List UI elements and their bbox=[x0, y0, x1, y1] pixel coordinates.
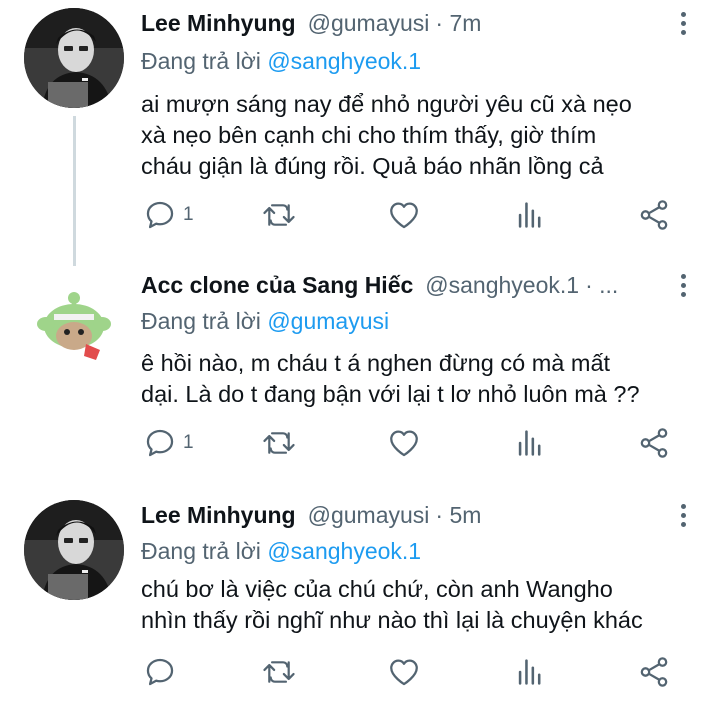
like-button[interactable] bbox=[387, 426, 421, 460]
tweet[interactable]: Lee Minhyung @gumayusi · 5m Đang trả lời… bbox=[0, 492, 720, 704]
analytics-button[interactable] bbox=[513, 198, 547, 232]
replying-to: Đang trả lời @sanghyeok.1 bbox=[141, 48, 421, 75]
green-alien-avatar-icon bbox=[24, 270, 124, 370]
heart-icon bbox=[390, 202, 418, 229]
replying-to-label: Đang trả lời bbox=[141, 48, 261, 74]
replying-to-label: Đang trả lời bbox=[141, 308, 261, 334]
replying-to: Đang trả lời @sanghyeok.1 bbox=[141, 538, 421, 565]
dark-portrait-avatar-icon bbox=[24, 8, 124, 108]
tweet[interactable]: Lee Minhyung @gumayusi · 7m Đang trả lời… bbox=[0, 0, 720, 250]
tweet-text-line: cháu giận là đúng rồi. Quả báo nhãn lồng… bbox=[141, 153, 604, 179]
heart-icon bbox=[390, 430, 418, 457]
reply-icon bbox=[146, 429, 174, 457]
replying-to-label: Đang trả lời bbox=[141, 538, 261, 564]
share-button[interactable] bbox=[637, 198, 671, 232]
heart-icon bbox=[390, 659, 418, 686]
reply-button[interactable] bbox=[143, 655, 183, 689]
share-icon bbox=[640, 428, 668, 458]
tweet-text-line: ê hồi nào, m cháu t á nghen đừng có mà m… bbox=[141, 350, 611, 376]
reply-button[interactable]: 1 bbox=[143, 426, 194, 460]
reply-icon bbox=[146, 201, 174, 229]
analytics-button[interactable] bbox=[513, 655, 547, 689]
analytics-icon bbox=[518, 659, 541, 685]
more-options-icon[interactable] bbox=[678, 504, 688, 534]
more-options-icon[interactable] bbox=[678, 274, 688, 304]
display-name[interactable]: Acc clone của Sang Hiếc bbox=[141, 272, 413, 299]
retweet-button[interactable] bbox=[261, 655, 297, 689]
retweet-icon bbox=[263, 204, 295, 226]
display-name[interactable]: Lee Minhyung bbox=[141, 502, 296, 529]
reply-count: 1 bbox=[183, 432, 194, 453]
share-button[interactable] bbox=[637, 655, 671, 689]
reply-mention-link[interactable]: @sanghyeok.1 bbox=[267, 48, 421, 74]
tweet-text-line: chú bơ là việc của chú chứ, còn anh Wang… bbox=[141, 576, 613, 602]
tweet-actions: 1 bbox=[141, 426, 671, 466]
dark-portrait-avatar-icon bbox=[24, 500, 124, 600]
timestamp[interactable]: · 5m bbox=[435, 502, 481, 529]
tweet-text-line: nhìn thấy rồi nghĩ như nào thì lại là ch… bbox=[141, 607, 643, 633]
tweet-text-line: dại. Là do t đang bận với lại t lơ nhỏ l… bbox=[141, 381, 640, 407]
tweet-text: chú bơ là việc của chú chứ, còn anh Wang… bbox=[141, 574, 701, 636]
timestamp[interactable]: · 7m bbox=[435, 10, 481, 37]
like-button[interactable] bbox=[387, 198, 421, 232]
tweet-text: ai mượn sáng nay để nhỏ người yêu cũ xà … bbox=[141, 89, 701, 182]
reply-mention-link[interactable]: @gumayusi bbox=[267, 308, 389, 334]
avatar[interactable] bbox=[24, 8, 124, 108]
analytics-icon bbox=[518, 202, 541, 228]
reply-mention-link[interactable]: @sanghyeok.1 bbox=[267, 538, 421, 564]
more-options-icon[interactable] bbox=[678, 12, 688, 42]
timestamp[interactable]: · ... bbox=[585, 272, 618, 299]
analytics-icon bbox=[518, 430, 541, 456]
user-handle[interactable]: @gumayusi bbox=[308, 10, 430, 37]
retweet-icon bbox=[263, 661, 295, 683]
analytics-button[interactable] bbox=[513, 426, 547, 460]
share-button[interactable] bbox=[637, 426, 671, 460]
reply-button[interactable]: 1 bbox=[143, 198, 194, 232]
tweet-actions: 1 bbox=[141, 198, 671, 238]
retweet-icon bbox=[263, 432, 295, 454]
avatar[interactable] bbox=[24, 500, 124, 600]
user-handle[interactable]: @sanghyeok.1 bbox=[425, 272, 579, 299]
share-icon bbox=[640, 200, 668, 230]
retweet-button[interactable] bbox=[261, 198, 297, 232]
tweet-actions bbox=[141, 655, 671, 695]
retweet-button[interactable] bbox=[261, 426, 297, 460]
tweet-text-line: ai mượn sáng nay để nhỏ người yêu cũ xà … bbox=[141, 91, 632, 117]
avatar[interactable] bbox=[24, 270, 124, 370]
tweet-text: ê hồi nào, m cháu t á nghen đừng có mà m… bbox=[141, 348, 701, 410]
share-icon bbox=[640, 657, 668, 687]
display-name[interactable]: Lee Minhyung bbox=[141, 10, 296, 37]
like-button[interactable] bbox=[387, 655, 421, 689]
reply-count: 1 bbox=[183, 204, 194, 225]
user-handle[interactable]: @gumayusi bbox=[308, 502, 430, 529]
reply-icon bbox=[146, 658, 174, 686]
replying-to: Đang trả lời @gumayusi bbox=[141, 308, 389, 335]
tweet[interactable]: Acc clone của Sang Hiếc @sanghyeok.1 · .… bbox=[0, 262, 720, 482]
tweet-text-line: xà nẹo bên cạnh chi cho thím thấy, giờ t… bbox=[141, 122, 597, 148]
